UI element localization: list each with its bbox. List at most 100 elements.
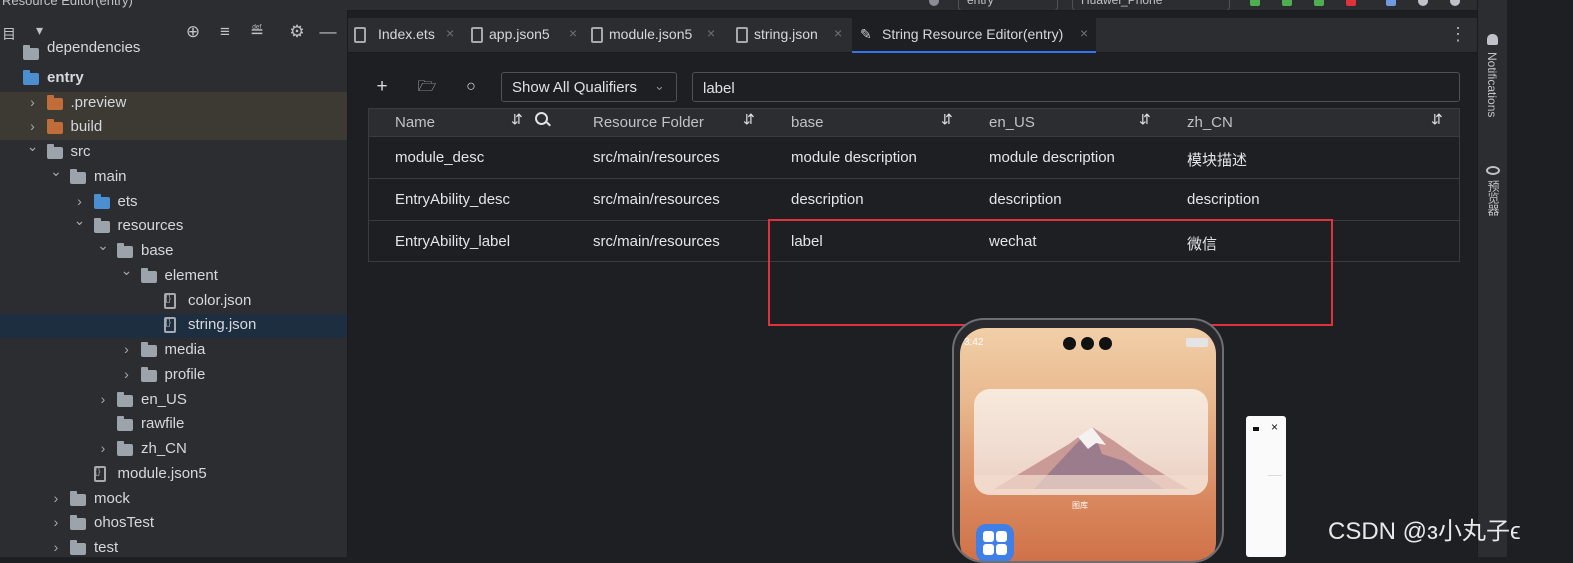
minimize-icon[interactable]	[1253, 427, 1259, 431]
tree-item[interactable]: › ets	[0, 191, 347, 215]
tree-item[interactable]: › test	[0, 537, 347, 561]
close-icon[interactable]: ×	[569, 25, 577, 41]
device-select[interactable]: Huawei_Phone	[1072, 0, 1230, 10]
layout-icon[interactable]	[1386, 0, 1396, 6]
chevron-down-icon[interactable]: ⌄	[26, 138, 40, 155]
sort-icon[interactable]: ⇵	[941, 111, 953, 128]
settings-icon[interactable]	[929, 0, 939, 6]
close-icon[interactable]: ×	[1271, 420, 1278, 434]
table-cell[interactable]: module_desc	[395, 149, 484, 166]
chevron-down-icon[interactable]: ⌄	[96, 237, 110, 254]
tree-item[interactable]: color.json	[0, 290, 347, 314]
table-cell[interactable]: src/main/resources	[593, 149, 720, 166]
tree-item[interactable]: dependencies	[0, 39, 347, 66]
tree-item[interactable]: ⌄ resources	[0, 212, 347, 239]
chevron-right-icon[interactable]: ›	[120, 366, 134, 382]
refresh-icon[interactable]: ○	[459, 72, 483, 102]
locate-icon[interactable]: ⊕	[183, 22, 203, 42]
chevron-right-icon[interactable]: ›	[120, 341, 134, 357]
tab-string-json[interactable]: string.json ×	[730, 18, 850, 52]
close-icon[interactable]: ×	[707, 25, 715, 41]
tab-app-json5[interactable]: app.json5 ×	[465, 18, 585, 52]
search-field[interactable]	[692, 72, 1460, 102]
close-icon[interactable]: ×	[1080, 25, 1088, 41]
column-header-name[interactable]: Name ⇵	[369, 109, 567, 136]
stop-icon[interactable]	[1346, 0, 1356, 6]
tree-item[interactable]: ⌄ main	[0, 163, 347, 190]
column-header-resource-folder[interactable]: Resource Folder ⇵	[567, 109, 765, 136]
sort-icon[interactable]: ⇵	[511, 111, 523, 128]
table-cell[interactable]: EntryAbility_desc	[395, 191, 510, 208]
more-tabs-icon[interactable]: ⋮	[1449, 24, 1467, 45]
tree-item[interactable]: › profile	[0, 364, 347, 388]
chevron-right-icon[interactable]: ›	[26, 118, 40, 134]
chevron-right-icon[interactable]: ›	[73, 193, 87, 209]
chevron-down-icon[interactable]: ▾	[36, 22, 43, 39]
eye-icon[interactable]	[1486, 166, 1500, 175]
table-cell[interactable]: 模块描述	[1187, 149, 1247, 170]
tree-item[interactable]: ⌄ element	[0, 262, 347, 289]
hide-icon[interactable]: —	[318, 22, 338, 42]
table-cell[interactable]: description	[989, 191, 1062, 208]
gear-icon[interactable]	[1450, 0, 1460, 6]
chevron-right-icon[interactable]: ›	[49, 539, 63, 555]
tree-item[interactable]: string.json	[0, 314, 347, 339]
run-icon[interactable]	[1250, 0, 1260, 6]
close-icon[interactable]: ×	[834, 25, 842, 41]
table-cell[interactable]: description	[791, 191, 864, 208]
tab-module-json5[interactable]: module.json5 ×	[585, 18, 723, 52]
chevron-right-icon[interactable]: ›	[96, 440, 110, 456]
chevron-right-icon[interactable]: ›	[49, 490, 63, 506]
tree-item[interactable]: ⌄ src	[0, 138, 347, 165]
sort-icon[interactable]: ⇵	[1431, 111, 1443, 128]
tree-item[interactable]: entry	[0, 67, 347, 91]
table-cell[interactable]: module description	[791, 149, 917, 166]
column-header-zh-cn[interactable]: zh_CN ⇵	[1161, 109, 1459, 136]
previewer-tab[interactable]: 预览器	[1485, 180, 1502, 216]
plus-icon[interactable]: +	[370, 72, 394, 102]
sort-icon[interactable]: ⇵	[1139, 111, 1151, 128]
table-cell[interactable]: description	[1187, 191, 1260, 208]
run-config-select[interactable]: entry	[958, 0, 1058, 10]
open-folder-icon[interactable]: 🗁	[415, 72, 439, 102]
chevron-right-icon[interactable]: ›	[49, 514, 63, 530]
search-input[interactable]	[701, 77, 1445, 99]
table-row[interactable]: EntryAbility_desc src/main/resources descr…	[369, 178, 1459, 221]
tree-item[interactable]: ⌄ base	[0, 237, 347, 264]
tree-item[interactable]: module.json5	[0, 463, 347, 487]
tree-item[interactable]: › zh_CN	[0, 438, 347, 462]
tree-item[interactable]: › .preview	[0, 91, 347, 116]
table-cell[interactable]: src/main/resources	[593, 233, 720, 250]
qualifier-filter-select[interactable]: Show All Qualifiers ⌄	[501, 72, 677, 102]
tree-item[interactable]: › mock	[0, 488, 347, 512]
tree-item[interactable]: rawfile	[0, 413, 347, 437]
chevron-down-icon[interactable]: ⌄	[73, 212, 87, 229]
tree-item[interactable]: › en_US	[0, 389, 347, 413]
close-icon[interactable]: ×	[446, 25, 454, 41]
table-row[interactable]: module_desc src/main/resources module desc…	[369, 136, 1459, 179]
column-header-en-us[interactable]: en_US ⇵	[963, 109, 1161, 136]
tab-index-ets[interactable]: Index.ets ×	[348, 18, 460, 52]
device-preview[interactable]: 3:42 图库	[952, 318, 1224, 563]
table-cell[interactable]: EntryAbility_label	[395, 233, 510, 250]
notifications-tab[interactable]: Notifications	[1485, 52, 1499, 117]
chevron-right-icon[interactable]: ›	[96, 391, 110, 407]
tree-item[interactable]: › ohosTest	[0, 512, 347, 536]
project-view-label[interactable]: 目	[2, 24, 16, 44]
table-cell[interactable]: module description	[989, 149, 1115, 166]
search-icon[interactable]	[1418, 0, 1428, 6]
gallery-widget[interactable]	[974, 389, 1208, 495]
tab-string-resource-editor[interactable]: ✎ String Resource Editor(entry) ×	[852, 18, 1096, 53]
search-icon[interactable]	[535, 112, 548, 125]
chevron-down-icon[interactable]: ⌄	[120, 262, 134, 279]
expand-all-icon[interactable]: ≡	[215, 22, 235, 42]
app-grid-icon[interactable]	[976, 524, 1014, 561]
mini-preview-window[interactable]: ×	[1246, 416, 1286, 557]
gear-icon[interactable]: ⚙	[287, 22, 307, 42]
sort-icon[interactable]: ⇵	[743, 111, 755, 128]
tree-item[interactable]: › build	[0, 116, 347, 141]
column-header-base[interactable]: base ⇵	[765, 109, 963, 136]
attach-icon[interactable]	[1314, 0, 1324, 6]
table-cell[interactable]: src/main/resources	[593, 191, 720, 208]
bell-icon[interactable]	[1487, 34, 1498, 45]
